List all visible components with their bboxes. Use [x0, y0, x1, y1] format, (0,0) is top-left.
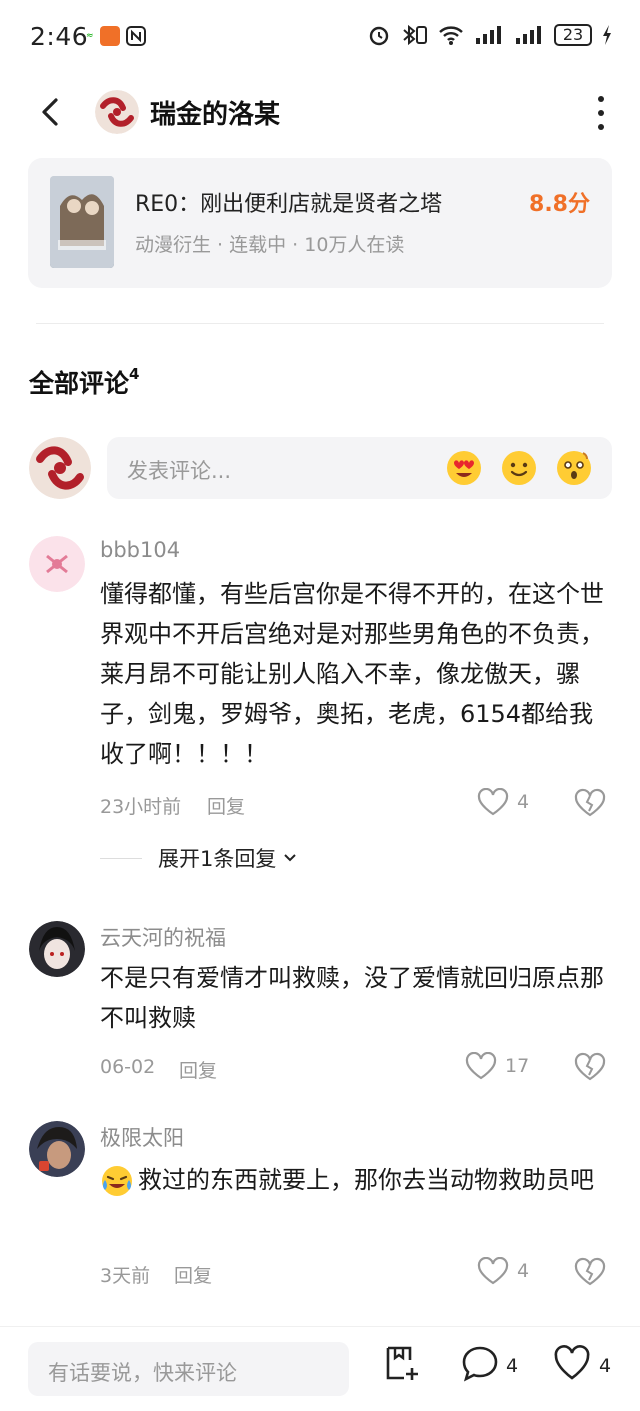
- expand-replies-label: 展开1条回复: [158, 847, 277, 871]
- book-score: 8.8分: [529, 192, 590, 217]
- bottom-comment-placeholder: 有话要说，快来评论: [48, 1361, 237, 1385]
- comment-avatar[interactable]: [29, 921, 85, 977]
- status-left-icons: ≈: [86, 26, 146, 46]
- signal-icon-1: [476, 26, 501, 44]
- broken-heart-icon[interactable]: [573, 788, 607, 818]
- back-icon[interactable]: [36, 92, 66, 132]
- comment-avatar[interactable]: [29, 1121, 85, 1177]
- expand-replies-button[interactable]: 展开1条回复: [100, 843, 297, 873]
- reply-button[interactable]: 回复: [207, 792, 245, 819]
- like-count: 4: [517, 1260, 530, 1282]
- like-button[interactable]: 4: [477, 788, 529, 816]
- author-name[interactable]: 瑞金的洛某: [150, 94, 280, 131]
- book-card[interactable]: RE0：刚出便利店就是贤者之塔 动漫衍生 · 连载中 · 10万人在读 8.8分: [28, 158, 612, 288]
- author-avatar[interactable]: [95, 90, 139, 134]
- add-to-bookshelf-icon[interactable]: [383, 1344, 421, 1382]
- comment-username[interactable]: 极限太阳: [100, 1122, 184, 1152]
- bottom-like-count: 4: [599, 1355, 612, 1377]
- like-button[interactable]: 17: [465, 1052, 529, 1080]
- heart-icon: [477, 1257, 509, 1285]
- more-options-icon[interactable]: [596, 96, 606, 130]
- wifi-icon: [439, 26, 463, 45]
- broken-heart-icon[interactable]: [573, 1052, 607, 1082]
- status-bar: 2:46 ≈ 23: [0, 0, 640, 76]
- like-count: 17: [505, 1055, 530, 1077]
- bottom-comment-input[interactable]: 有话要说，快来评论: [28, 1342, 349, 1396]
- bottom-action-bar: 有话要说，快来评论 4 4: [0, 1326, 640, 1411]
- book-cover-image: [50, 176, 114, 268]
- heart-eyes-emoji-icon[interactable]: [445, 449, 483, 487]
- comment-input[interactable]: 发表评论...: [107, 437, 612, 499]
- comment-time: 06-02: [100, 1056, 156, 1078]
- nfc-icon: [125, 26, 146, 46]
- comment-count-badge: 4: [129, 364, 140, 383]
- shocked-emoji-icon[interactable]: [555, 449, 593, 487]
- charging-icon: [603, 25, 611, 45]
- signal-icon-2: [516, 26, 541, 44]
- book-title: RE0：刚出便利店就是贤者之塔: [135, 192, 443, 217]
- bottom-comment-count: 4: [506, 1355, 519, 1377]
- status-time: 2:46: [30, 22, 89, 51]
- comment-username[interactable]: 云天河的祝福: [100, 922, 226, 952]
- comment-text: 不是只有爱情才叫救赎，没了爱情就回归原点那不叫救赎: [100, 964, 604, 1032]
- heart-icon: [477, 788, 509, 816]
- status-right-icons: 23: [368, 24, 612, 46]
- comment-text: 救过的东西就要上，那你去当动物救助员吧: [138, 1166, 594, 1194]
- reply-button[interactable]: 回复: [179, 1056, 217, 1083]
- top-nav: 瑞金的洛某: [0, 82, 640, 142]
- comment-bubble-icon[interactable]: [461, 1344, 499, 1382]
- broken-heart-icon[interactable]: [573, 1257, 607, 1287]
- comment-username[interactable]: bbb104: [100, 538, 180, 562]
- comment-time: 3天前: [100, 1265, 151, 1287]
- like-count: 4: [517, 791, 530, 813]
- comment-input-placeholder: 发表评论...: [127, 459, 232, 483]
- my-avatar: [29, 437, 91, 499]
- divider: [36, 323, 604, 324]
- book-meta: 动漫衍生 · 连载中 · 10万人在读: [135, 234, 405, 256]
- comment-text: 懂得都懂，有些后宫你是不得不开的，在这个世界观中不开后宫绝对是对那些男角色的不负…: [100, 580, 604, 768]
- smile-emoji-icon[interactable]: [500, 449, 538, 487]
- reply-button[interactable]: 回复: [174, 1261, 212, 1288]
- comments-section-title: 全部评论4: [29, 364, 140, 398]
- app-notification-icon: [99, 26, 120, 46]
- alarm-icon: [369, 26, 389, 46]
- chevron-down-icon: [284, 854, 297, 862]
- like-button[interactable]: 4: [477, 1257, 529, 1285]
- bluetooth-icon: [403, 24, 427, 46]
- bottom-like-icon[interactable]: [553, 1344, 591, 1382]
- comment-avatar[interactable]: [29, 536, 85, 592]
- network-speed-icon: ≈: [86, 31, 94, 41]
- comment-time: 23小时前: [100, 796, 182, 818]
- heart-icon: [465, 1052, 497, 1080]
- battery-indicator: 23: [554, 24, 592, 46]
